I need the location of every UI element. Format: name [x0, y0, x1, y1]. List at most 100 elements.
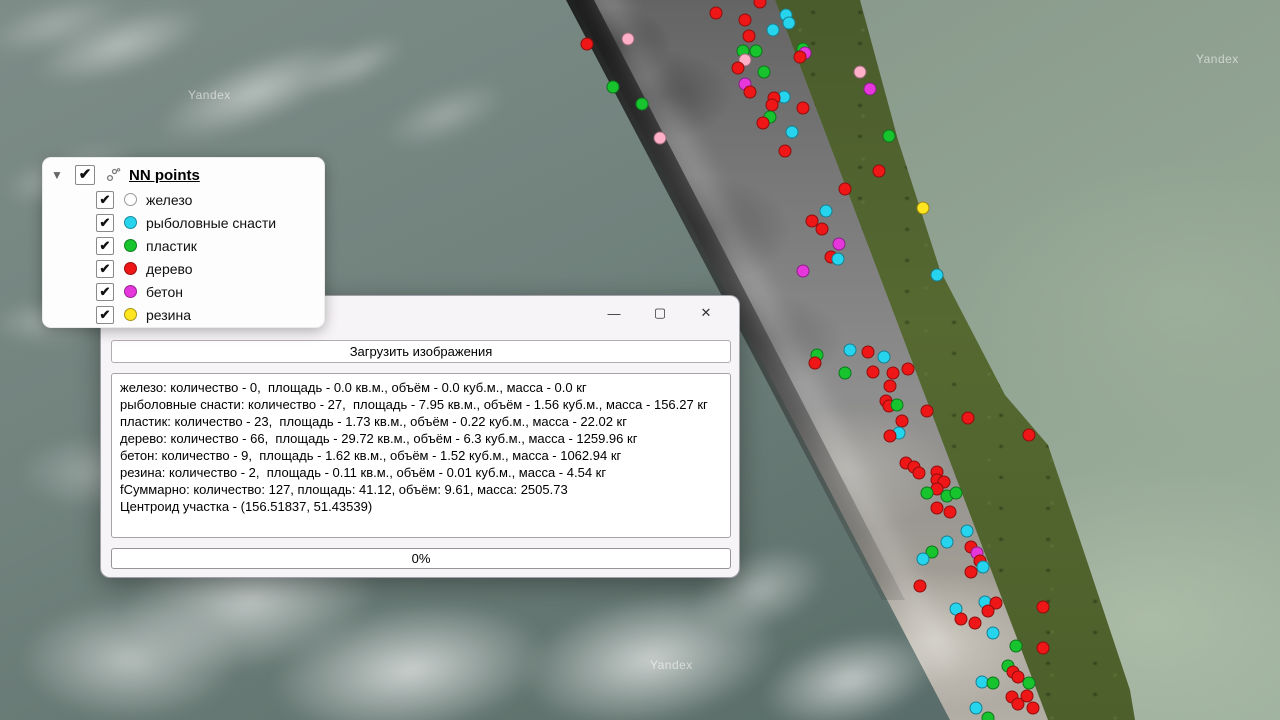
legend-item-label: железо — [146, 192, 192, 208]
map-marker-wood[interactable] — [809, 357, 822, 370]
map-marker-wood[interactable] — [955, 613, 968, 626]
load-images-button[interactable]: Загрузить изображения — [111, 340, 731, 363]
map-marker-wood[interactable] — [779, 145, 792, 158]
map-marker-fishing-gear[interactable] — [917, 553, 930, 566]
legend-item-checkbox[interactable]: ✔ — [96, 214, 114, 232]
map-marker-fishing-gear[interactable] — [961, 525, 974, 538]
map-marker-wood[interactable] — [754, 0, 767, 9]
map-marker-fishing-gear[interactable] — [832, 253, 845, 266]
legend-item: ✔дерево — [43, 257, 324, 280]
map-marker-wood[interactable] — [862, 346, 875, 359]
map-marker-wood[interactable] — [1037, 642, 1050, 655]
map-marker-fishing-gear[interactable] — [783, 17, 796, 30]
map-marker-wood[interactable] — [921, 405, 934, 418]
map-marker-wood[interactable] — [887, 367, 900, 380]
map-marker-plastic[interactable] — [883, 130, 896, 143]
map-marker-rubber[interactable] — [917, 202, 930, 215]
legend-item-checkbox[interactable]: ✔ — [96, 306, 114, 324]
map-marker-pink[interactable] — [854, 66, 867, 79]
map-marker-wood[interactable] — [914, 580, 927, 593]
map-marker-wood[interactable] — [913, 467, 926, 480]
legend-item-checkbox[interactable]: ✔ — [96, 283, 114, 301]
map-marker-wood[interactable] — [944, 506, 957, 519]
layer-checkbox[interactable]: ✔ — [75, 165, 95, 185]
map-marker-fishing-gear[interactable] — [767, 24, 780, 37]
map-marker-plastic[interactable] — [950, 487, 963, 500]
map-marker-plastic[interactable] — [636, 98, 649, 111]
legend-item-label: бетон — [146, 284, 183, 300]
map-marker-wood[interactable] — [962, 412, 975, 425]
map-marker-wood[interactable] — [873, 165, 886, 178]
map-marker-fishing-gear[interactable] — [987, 627, 1000, 640]
map-marker-concrete[interactable] — [797, 265, 810, 278]
window-controls: — ▢ ✕ — [591, 300, 729, 326]
map-marker-plastic[interactable] — [891, 399, 904, 412]
legend-item: ✔резина — [43, 303, 324, 326]
map-marker-fishing-gear[interactable] — [844, 344, 857, 357]
map-marker-wood[interactable] — [581, 38, 594, 51]
legend-item-label: пластик — [146, 238, 197, 254]
map-marker-fishing-gear[interactable] — [941, 536, 954, 549]
map-marker-plastic[interactable] — [839, 367, 852, 380]
progress-label: 0% — [412, 551, 431, 566]
map-marker-wood[interactable] — [766, 99, 779, 112]
map-marker-wood[interactable] — [816, 223, 829, 236]
stats-line: железо: количество - 0, площадь - 0.0 кв… — [120, 379, 722, 396]
map-marker-wood[interactable] — [732, 62, 745, 75]
stats-line: резина: количество - 2, площадь - 0.11 к… — [120, 464, 722, 481]
map-marker-wood[interactable] — [794, 51, 807, 64]
map-marker-fishing-gear[interactable] — [970, 702, 983, 715]
map-marker-wood[interactable] — [1037, 601, 1050, 614]
map-marker-fishing-gear[interactable] — [931, 269, 944, 282]
screen: YandexYandexYandex ▼ ✔ NN points ✔железо… — [0, 0, 1280, 720]
map-marker-plastic[interactable] — [750, 45, 763, 58]
map-marker-wood[interactable] — [884, 380, 897, 393]
map-marker-wood[interactable] — [902, 363, 915, 376]
map-marker-wood[interactable] — [797, 102, 810, 115]
minimize-button[interactable]: — — [591, 300, 637, 326]
stats-text-area[interactable]: железо: количество - 0, площадь - 0.0 кв… — [111, 373, 731, 538]
map-marker-wood[interactable] — [1027, 702, 1040, 715]
map-marker-wood[interactable] — [739, 14, 752, 27]
map-marker-plastic[interactable] — [758, 66, 771, 79]
map-marker-fishing-gear[interactable] — [786, 126, 799, 139]
map-marker-fishing-gear[interactable] — [820, 205, 833, 218]
legend-item-checkbox[interactable]: ✔ — [96, 191, 114, 209]
progress-bar: 0% — [111, 548, 731, 569]
map-marker-wood[interactable] — [743, 30, 756, 43]
legend-item-checkbox[interactable]: ✔ — [96, 237, 114, 255]
map-marker-plastic[interactable] — [987, 677, 1000, 690]
collapse-arrow-icon[interactable]: ▼ — [51, 169, 65, 181]
map-marker-concrete[interactable] — [864, 83, 877, 96]
map-marker-wood[interactable] — [1023, 429, 1036, 442]
map-marker-wood[interactable] — [757, 117, 770, 130]
close-button[interactable]: ✕ — [683, 300, 729, 326]
map-marker-wood[interactable] — [1012, 698, 1025, 711]
map-marker-wood[interactable] — [884, 430, 897, 443]
map-marker-wood[interactable] — [931, 502, 944, 515]
map-marker-fishing-gear[interactable] — [878, 351, 891, 364]
map-marker-concrete[interactable] — [833, 238, 846, 251]
stats-line: дерево: количество - 66, площадь - 29.72… — [120, 430, 722, 447]
map-marker-plastic[interactable] — [982, 712, 995, 720]
map-marker-wood[interactable] — [965, 566, 978, 579]
map-marker-pink[interactable] — [622, 33, 635, 46]
yandex-watermark: Yandex — [650, 658, 693, 672]
legend-item: ✔ пластик — [43, 234, 324, 257]
map-marker-wood[interactable] — [839, 183, 852, 196]
map-marker-wood[interactable] — [969, 617, 982, 630]
map-marker-plastic[interactable] — [607, 81, 620, 94]
map-marker-wood[interactable] — [867, 366, 880, 379]
map-marker-wood[interactable] — [982, 605, 995, 618]
map-marker-plastic[interactable] — [1010, 640, 1023, 653]
map-marker-wood[interactable] — [710, 7, 723, 20]
legend-item-checkbox[interactable]: ✔ — [96, 260, 114, 278]
legend-header: ▼ ✔ NN points — [43, 158, 324, 188]
stats-line: fСуммарно: количество: 127, площадь: 41.… — [120, 481, 722, 498]
maximize-button[interactable]: ▢ — [637, 300, 683, 326]
map-marker-wood[interactable] — [744, 86, 757, 99]
map-marker-pink[interactable] — [654, 132, 667, 145]
map-marker-plastic[interactable] — [1023, 677, 1036, 690]
map-marker-plastic[interactable] — [921, 487, 934, 500]
map-marker-fishing-gear[interactable] — [977, 561, 990, 574]
